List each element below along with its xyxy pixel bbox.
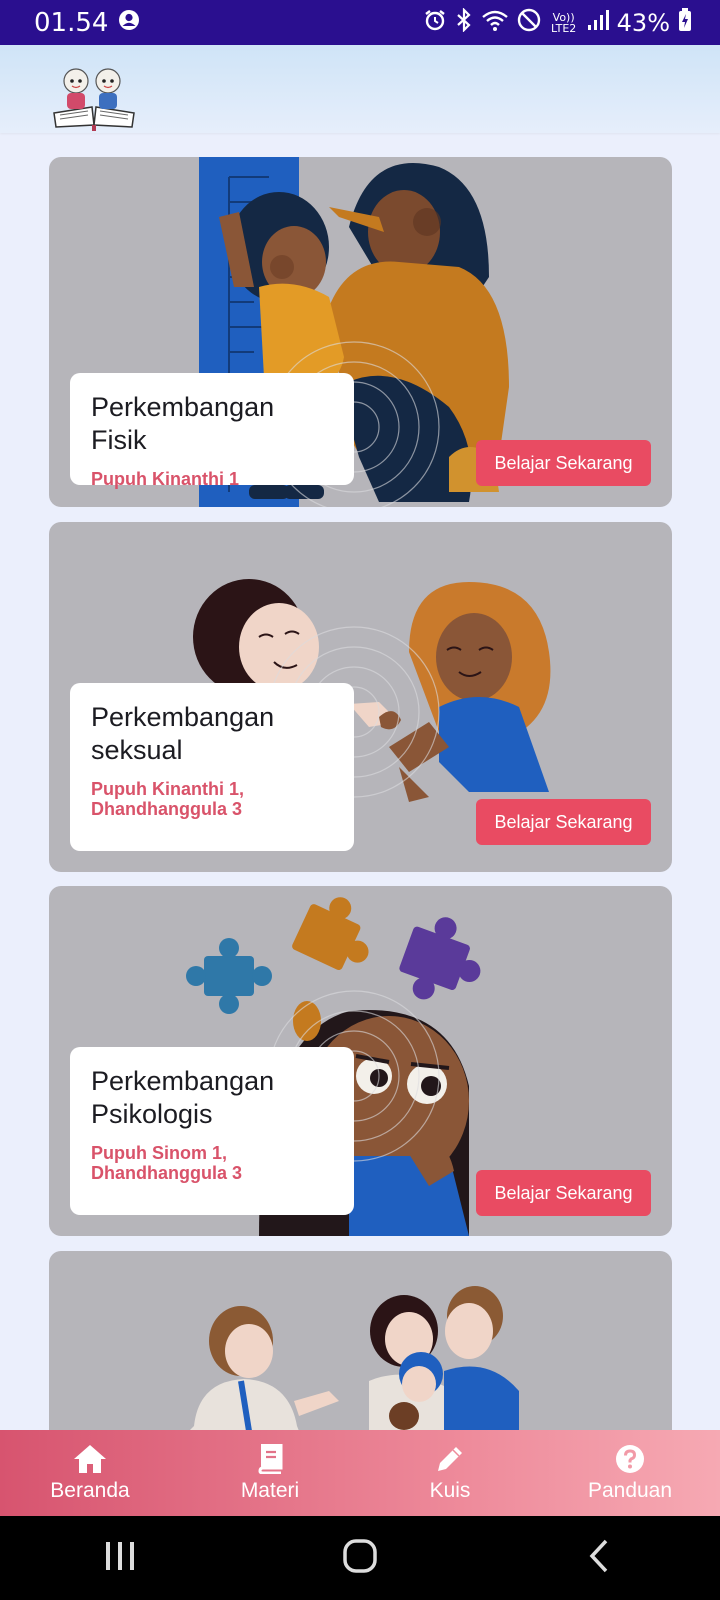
card-info-box: Perkembangan Psikologis Pupuh Sinom 1, D…	[70, 1047, 354, 1215]
nav-label: Beranda	[50, 1479, 130, 1502]
nav-beranda[interactable]: Beranda	[10, 1443, 170, 1503]
card-subtitle: Pupuh Sinom 1, Dhandhanggula 3	[91, 1143, 243, 1183]
nav-panduan[interactable]: Panduan	[550, 1443, 710, 1503]
materi-card-psikologis[interactable]: Perkembangan Psikologis Pupuh Sinom 1, D…	[49, 886, 672, 1236]
belajar-sekarang-button[interactable]: Belajar Sekarang	[476, 1170, 651, 1216]
help-circle-icon	[615, 1443, 645, 1475]
system-navigation-bar	[0, 1516, 720, 1600]
belajar-sekarang-button[interactable]: Belajar Sekarang	[476, 799, 651, 845]
card-info-box: Perkembangan Fisik Pupuh Kinanthi 1	[70, 373, 354, 489]
puzzle-piece-blue	[186, 938, 272, 1014]
card-title: Perkembangan Psikologis	[91, 1066, 275, 1129]
pencil-icon	[435, 1443, 465, 1475]
illustration-doctor-family	[190, 1286, 519, 1430]
alarm-icon	[423, 8, 447, 38]
app-logo[interactable]	[52, 65, 136, 136]
signal-icon	[587, 9, 609, 37]
card-subtitle: Pupuh Kinanthi 1	[91, 469, 239, 489]
recent-apps-icon[interactable]	[100, 1536, 140, 1581]
materi-card-4[interactable]	[49, 1251, 672, 1430]
materi-card-fisik[interactable]: Perkembangan Fisik Pupuh Kinanthi 1 Bela…	[49, 157, 672, 507]
home-circle-icon[interactable]	[340, 1536, 380, 1581]
belajar-sekarang-button[interactable]: Belajar Sekarang	[476, 440, 651, 486]
do-not-disturb-icon	[517, 8, 541, 38]
account-circle-icon	[118, 8, 140, 38]
volte-icon: Vo)) LTE2	[551, 10, 577, 35]
clock: 01.54	[34, 7, 109, 38]
materi-card-seksual[interactable]: Perkembangan seksual Pupuh Kinanthi 1, D…	[49, 522, 672, 872]
nav-kuis[interactable]: Kuis	[370, 1443, 530, 1503]
bottom-navigation: Beranda Materi Kuis Panduan	[0, 1430, 720, 1516]
app-bar	[0, 45, 720, 133]
nav-materi[interactable]: Materi	[190, 1443, 350, 1503]
materi-list[interactable]: Perkembangan Fisik Pupuh Kinanthi 1 Bela…	[0, 133, 720, 1430]
book-icon	[257, 1443, 283, 1475]
nav-label: Materi	[240, 1479, 300, 1502]
battery-charging-icon	[678, 7, 692, 38]
battery-percent: 43%	[616, 8, 670, 37]
bluetooth-icon	[455, 6, 473, 38]
status-bar: 01.54 Vo)) LTE2 43%	[0, 0, 720, 45]
wifi-icon	[481, 8, 509, 38]
card-subtitle: Pupuh Kinanthi 1, Dhandhanggula 3	[91, 779, 244, 819]
card-title: Perkembangan Fisik	[91, 392, 275, 455]
card-title: Perkembangan seksual	[91, 702, 275, 765]
nav-label: Panduan	[587, 1479, 673, 1502]
home-icon	[73, 1443, 107, 1475]
card-info-box: Perkembangan seksual Pupuh Kinanthi 1, D…	[70, 683, 354, 851]
nav-label: Kuis	[429, 1479, 471, 1502]
back-icon[interactable]	[580, 1536, 620, 1581]
